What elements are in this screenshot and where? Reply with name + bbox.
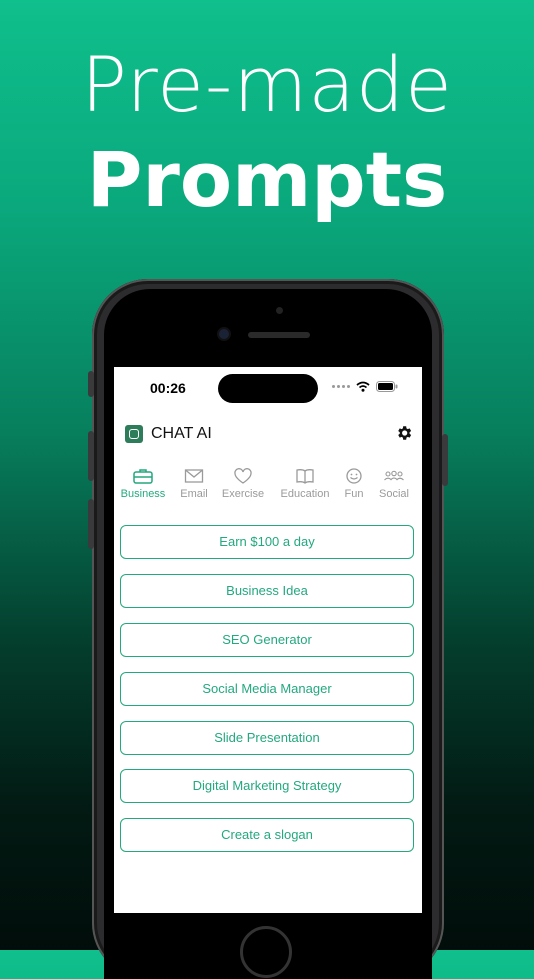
- tab-email[interactable]: Email: [174, 468, 214, 500]
- prompt-button[interactable]: Social Media Manager: [120, 672, 414, 706]
- tab-label: Exercise: [221, 488, 265, 500]
- prompt-button[interactable]: Digital Marketing Strategy: [120, 769, 414, 803]
- battery-icon: [376, 381, 398, 392]
- prompt-button[interactable]: Create a slogan: [120, 818, 414, 852]
- envelope-icon: [184, 469, 204, 483]
- briefcase-icon: [133, 469, 153, 484]
- prompt-button[interactable]: SEO Generator: [120, 623, 414, 657]
- gear-icon[interactable]: [395, 424, 413, 442]
- people-icon: [384, 470, 404, 481]
- app-title: CHAT AI: [151, 425, 212, 442]
- tab-label: Business: [120, 488, 166, 500]
- prompt-button[interactable]: Business Idea: [120, 574, 414, 608]
- smiley-icon: [346, 468, 362, 484]
- volume-down-button: [88, 499, 94, 549]
- prompt-button[interactable]: Slide Presentation: [120, 721, 414, 755]
- app-logo-icon: [125, 425, 143, 443]
- mute-switch: [88, 371, 94, 397]
- heart-icon: [234, 468, 252, 484]
- tab-education[interactable]: Education: [276, 468, 334, 500]
- tab-label: Social: [379, 488, 409, 500]
- promo-title-line2: Prompts: [86, 135, 448, 224]
- tab-fun[interactable]: Fun: [340, 468, 368, 500]
- tab-label: Education: [280, 488, 330, 500]
- category-tabs: Business Email Exercise Education Fun So…: [114, 468, 422, 508]
- tab-label: Email: [180, 488, 208, 500]
- camera-dot: [276, 307, 283, 314]
- promo-title-line1: Pre-made: [81, 40, 453, 129]
- app-bar: CHAT AI: [125, 424, 415, 446]
- book-icon: [296, 469, 314, 484]
- dynamic-island: [218, 374, 318, 403]
- app-screen: 00:26 CHAT AI Business Email Exercise Ed…: [114, 367, 422, 913]
- tab-business[interactable]: Business: [118, 468, 168, 500]
- volume-up-button: [88, 431, 94, 481]
- front-camera-lens: [219, 329, 229, 339]
- tab-exercise[interactable]: Exercise: [218, 468, 268, 500]
- status-time: 00:26: [150, 380, 186, 396]
- status-icons: [332, 381, 398, 392]
- wifi-icon: [356, 381, 370, 392]
- prompt-button[interactable]: Earn $100 a day: [120, 525, 414, 559]
- tab-social[interactable]: Social: [374, 468, 414, 500]
- power-button: [442, 434, 448, 486]
- tab-label: Fun: [344, 488, 364, 500]
- signal-dots-icon: [332, 385, 350, 388]
- earpiece-speaker: [248, 332, 310, 338]
- home-button: [240, 926, 292, 978]
